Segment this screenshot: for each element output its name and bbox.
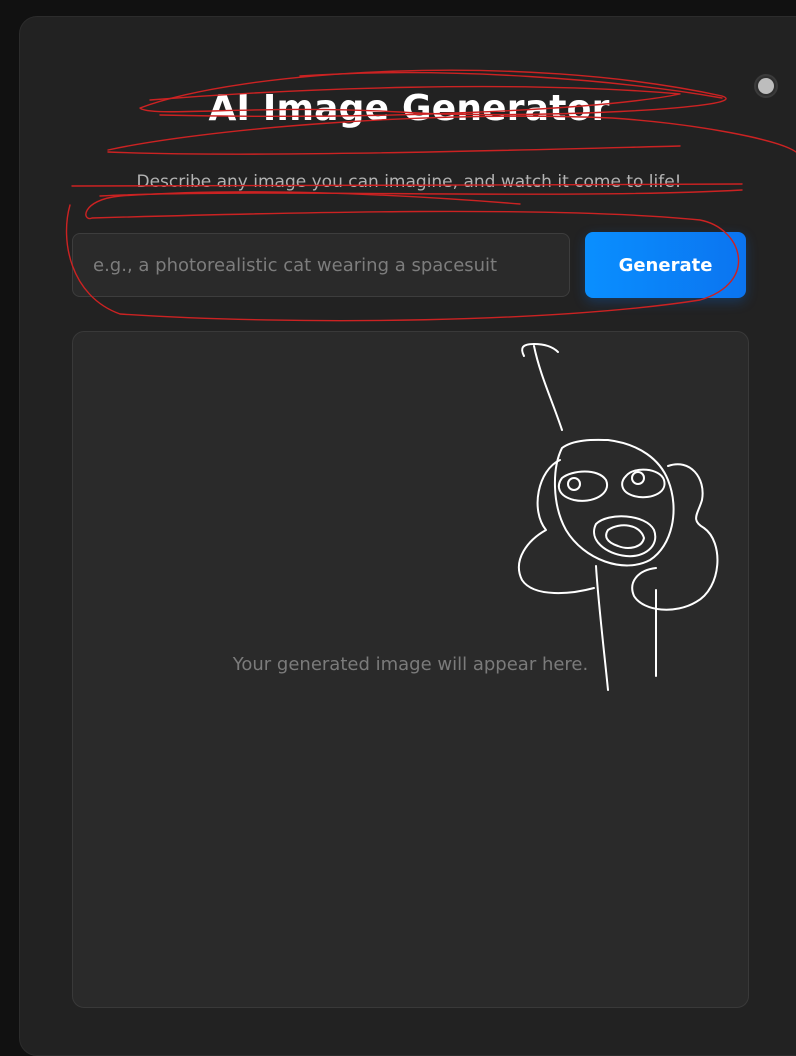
generate-button[interactable]: Generate — [585, 232, 746, 298]
page-title: AI Image Generator — [208, 88, 610, 129]
page-subtitle: Describe any image you can imagine, and … — [136, 172, 682, 192]
prompt-input[interactable] — [72, 233, 570, 297]
image-output-panel: Your generated image will appear here. — [72, 331, 749, 1008]
output-placeholder-text: Your generated image will appear here. — [232, 654, 589, 675]
